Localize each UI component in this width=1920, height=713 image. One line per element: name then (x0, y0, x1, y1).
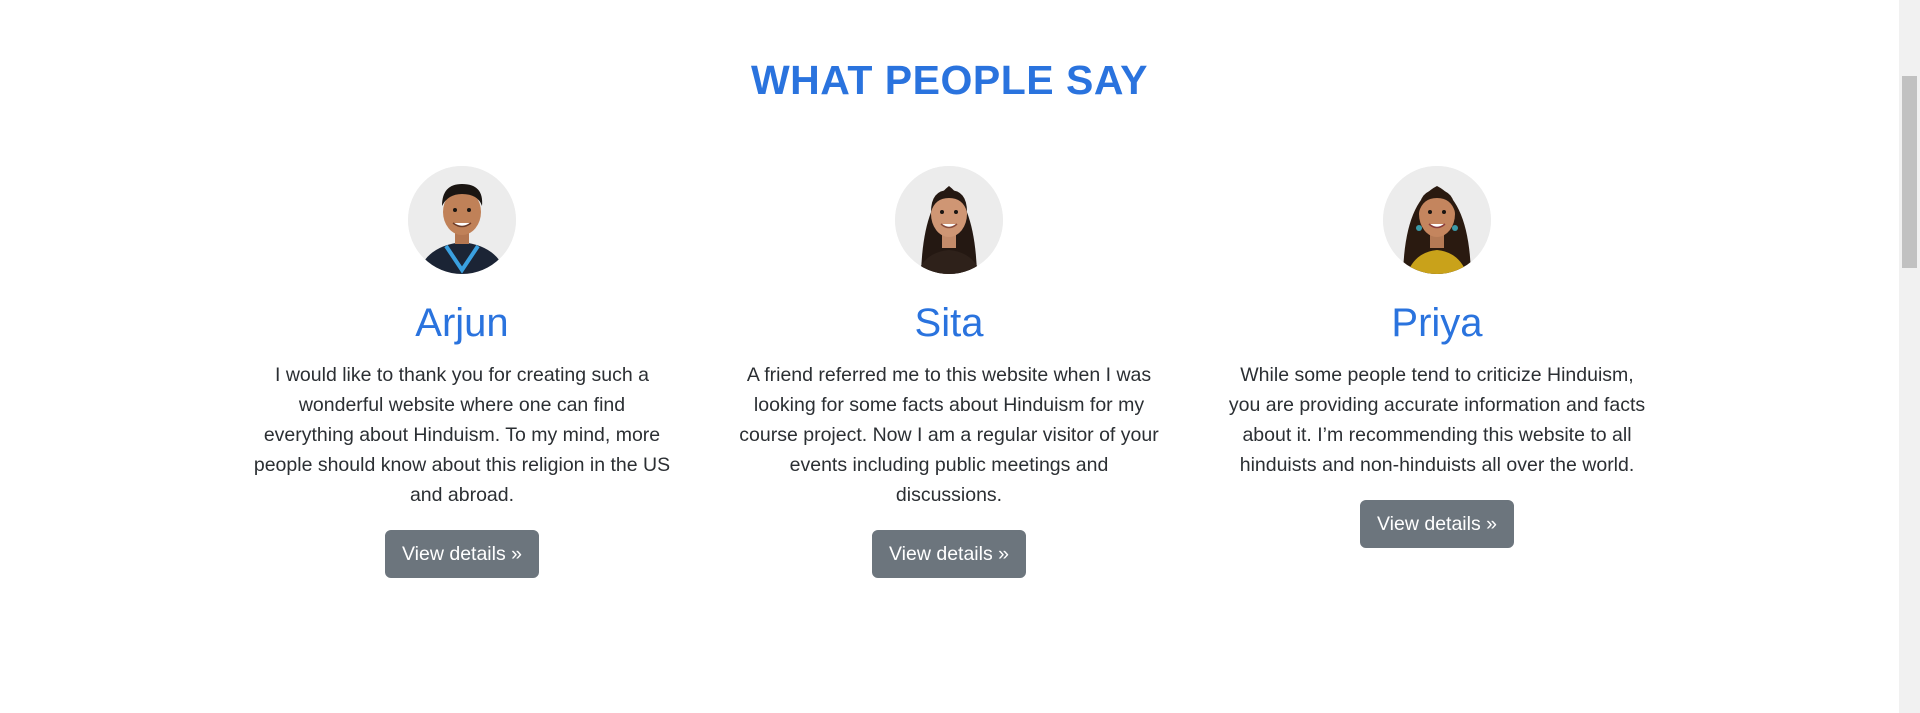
scrollbar-thumb[interactable] (1902, 76, 1917, 268)
view-details-button[interactable]: View details » (872, 530, 1026, 578)
view-details-button[interactable]: View details » (1360, 500, 1514, 548)
testimonial-quote: I would like to thank you for creating s… (253, 364, 671, 506)
vertical-scrollbar[interactable] (1899, 0, 1920, 713)
avatar (895, 166, 1003, 274)
avatar (408, 166, 516, 274)
testimonial-quote: A friend referred me to this website whe… (739, 364, 1159, 506)
testimonial-card: Priya While some people tend to criticiz… (1222, 166, 1652, 548)
testimonial-card: Arjun I would like to thank you for crea… (247, 166, 677, 578)
testimonial-quote: While some people tend to criticize Hind… (1228, 364, 1646, 476)
testimonial-name: Sita (914, 301, 984, 345)
testimonial-card: Sita A friend referred me to this websit… (734, 166, 1164, 578)
section-title: WHAT PEOPLE SAY (750, 57, 1149, 103)
testimonials-section: WHAT PEOPLE SAY Arjun I would like to th… (0, 0, 1899, 713)
view-details-button[interactable]: View details » (385, 530, 539, 578)
page: WHAT PEOPLE SAY Arjun I would like to th… (0, 0, 1920, 713)
avatar (1383, 166, 1491, 274)
testimonial-name: Priya (1391, 301, 1483, 345)
testimonial-name: Arjun (415, 301, 509, 345)
